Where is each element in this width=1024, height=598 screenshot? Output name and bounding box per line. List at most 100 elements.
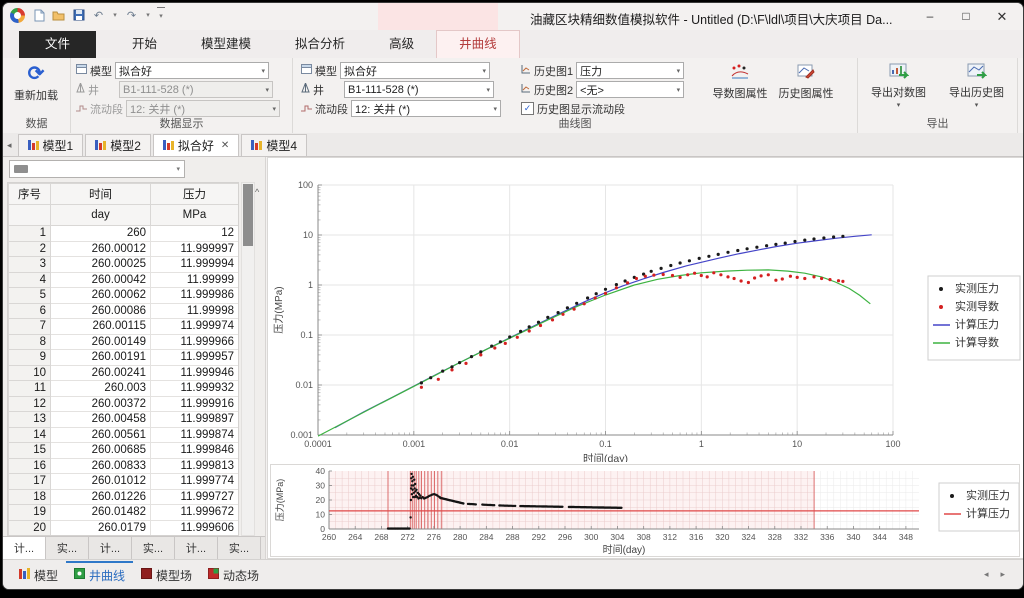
close-button[interactable]: ✕ — [985, 3, 1019, 30]
mini-chart-icon — [28, 139, 39, 153]
table-row[interactable]: 2260.0001211.999997 — [9, 241, 239, 257]
table-row[interactable]: 12260.0037211.999916 — [9, 396, 239, 412]
status-tab-模型场[interactable]: 模型场 — [133, 561, 200, 589]
svg-text:284: 284 — [479, 532, 493, 542]
ribbon-tab-模型建模[interactable]: 模型建模 — [179, 31, 273, 58]
doc-tab-模型2[interactable]: 模型2 — [85, 134, 151, 156]
table-row[interactable]: 126012 — [9, 226, 239, 242]
column-header[interactable]: 时间 — [51, 184, 151, 205]
undo-icon[interactable]: ↶ — [91, 8, 106, 23]
table-row[interactable]: 18260.0122611.999727 — [9, 489, 239, 505]
close-icon[interactable]: ✕ — [221, 140, 229, 151]
status-tab-动态场[interactable]: 动态场 — [200, 561, 267, 589]
customize-toolbar-icon[interactable]: ▾ — [157, 7, 165, 23]
display-well-select: B1-111-528 (*) ▾ — [119, 81, 273, 98]
show-segments-checkbox[interactable]: ✓ — [521, 102, 534, 115]
ribbon-tab-文件[interactable]: 文件 — [19, 31, 96, 58]
column-header[interactable]: 序号 — [9, 184, 51, 205]
flow-segment-icon — [76, 102, 87, 115]
status-tab-井曲线[interactable]: 井曲线 — [66, 561, 133, 589]
redo-dropdown-icon[interactable]: ▾ — [144, 8, 152, 23]
chevron-down-icon: ▾ — [482, 67, 486, 75]
chevron-down-icon: ▾ — [261, 67, 265, 75]
status-tab-label: 井曲线 — [89, 567, 125, 584]
hist1-select[interactable]: 压力 ▾ — [576, 62, 684, 79]
ribbon-tab-高级[interactable]: 高级 — [367, 31, 436, 58]
svg-text:0.001: 0.001 — [403, 439, 426, 449]
table-row[interactable]: 11260.00311.999932 — [9, 381, 239, 397]
undo-dropdown-icon[interactable]: ▾ — [111, 8, 119, 23]
series-tab-1[interactable]: 实... — [46, 537, 89, 559]
export-chart-icon — [967, 63, 987, 82]
svg-text:308: 308 — [637, 532, 651, 542]
status-tab-模型[interactable]: 模型 — [11, 561, 66, 589]
table-row[interactable]: 9260.0019111.999957 — [9, 350, 239, 366]
series-tab-5[interactable]: 实... — [218, 537, 261, 559]
table-scrollbar[interactable] — [241, 182, 255, 536]
table-row[interactable]: 15260.0068511.999846 — [9, 443, 239, 459]
svg-text:40: 40 — [316, 466, 326, 476]
group-caption-curve: 曲线图 — [293, 115, 857, 131]
mini-chart-icon — [251, 139, 262, 153]
tab-scroll-left-icon[interactable]: ◂ — [7, 140, 12, 151]
table-row[interactable]: 17260.0101211.999774 — [9, 474, 239, 490]
doc-tab-模型1[interactable]: 模型1 — [18, 134, 84, 156]
ribbon-tab-开始[interactable]: 开始 — [110, 31, 179, 58]
doc-tab-拟合好[interactable]: 拟合好✕ — [153, 134, 239, 156]
svg-text:344: 344 — [873, 532, 887, 542]
svg-text:实测压力: 实测压力 — [966, 488, 1010, 502]
ribbon-tab-拟合分析[interactable]: 拟合分析 — [273, 31, 367, 58]
new-document-icon[interactable] — [31, 8, 46, 23]
series-tab-3[interactable]: 实... — [132, 537, 175, 559]
svg-text:实测压力: 实测压力 — [955, 281, 999, 295]
table-row[interactable]: 7260.0011511.999974 — [9, 319, 239, 335]
svg-text:1: 1 — [699, 439, 704, 449]
series-tab-0[interactable]: 计... — [3, 537, 46, 559]
series-tab-2[interactable]: 计... — [89, 537, 132, 559]
loglog-chart: 0.00010.0010.010.11101000.0010.010.11101… — [268, 158, 1023, 462]
minimize-button[interactable]: – — [913, 3, 947, 30]
column-header[interactable]: 压力 — [151, 184, 239, 205]
table-row[interactable]: 8260.0014911.999966 — [9, 334, 239, 350]
series-selector-combo[interactable]: ▾ — [9, 160, 185, 178]
table-row[interactable]: 13260.0045811.999897 — [9, 412, 239, 428]
svg-text:348: 348 — [899, 532, 913, 542]
chevron-down-icon[interactable]: ▾ — [975, 101, 979, 109]
table-row[interactable]: 4260.0004211.99999 — [9, 272, 239, 288]
table-row[interactable]: 6260.0008611.99998 — [9, 303, 239, 319]
display-model-select[interactable]: 拟合好 ▾ — [115, 62, 269, 79]
table-row[interactable]: 16260.0083311.999813 — [9, 458, 239, 474]
reload-button[interactable]: ⟳ 重新加载 — [3, 61, 69, 103]
table-row[interactable]: 20260.017911.999606 — [9, 520, 239, 536]
chevron-up-icon[interactable]: ^ — [255, 187, 259, 197]
nav-right-icon[interactable]: ▸ — [1000, 569, 1005, 580]
redo-icon[interactable]: ↷ — [124, 8, 139, 23]
table-row[interactable]: 5260.0006211.999986 — [9, 288, 239, 304]
doc-tab-模型4[interactable]: 模型4 — [241, 134, 307, 156]
nav-left-icon[interactable]: ◂ — [984, 569, 989, 580]
table-row[interactable]: 19260.0148211.999672 — [9, 505, 239, 521]
chevron-down-icon[interactable]: ▾ — [897, 101, 901, 109]
scrollbar-thumb[interactable] — [243, 184, 253, 246]
chevron-down-icon: ▾ — [493, 105, 497, 113]
hist1-label: 历史图1 — [534, 63, 573, 79]
table-row[interactable]: 10260.0024111.999946 — [9, 365, 239, 381]
svg-text:时间(day): 时间(day) — [603, 543, 646, 556]
hist2-select[interactable]: <无> ▾ — [576, 81, 684, 98]
maximize-button[interactable]: □ — [949, 3, 983, 30]
curve-well-select[interactable]: B1-111-528 (*) ▾ — [344, 81, 494, 98]
save-icon[interactable] — [71, 8, 86, 23]
table-row[interactable]: 3260.0002511.999994 — [9, 257, 239, 273]
model-icon — [301, 64, 312, 77]
table-row[interactable]: 14260.0056111.999874 — [9, 427, 239, 443]
export-chart-icon — [889, 63, 909, 82]
ribbon-tab-井曲线[interactable]: 井曲线 — [436, 30, 520, 58]
status-tab-icon — [74, 568, 85, 582]
svg-text:20: 20 — [316, 495, 326, 505]
series-tab-4[interactable]: 计... — [175, 537, 218, 559]
svg-text:324: 324 — [741, 532, 755, 542]
curve-model-select[interactable]: 拟合好 ▾ — [340, 62, 490, 79]
open-file-icon[interactable] — [51, 8, 66, 23]
doc-tab-label: 模型4 — [266, 137, 297, 154]
column-unit: day — [51, 205, 151, 226]
